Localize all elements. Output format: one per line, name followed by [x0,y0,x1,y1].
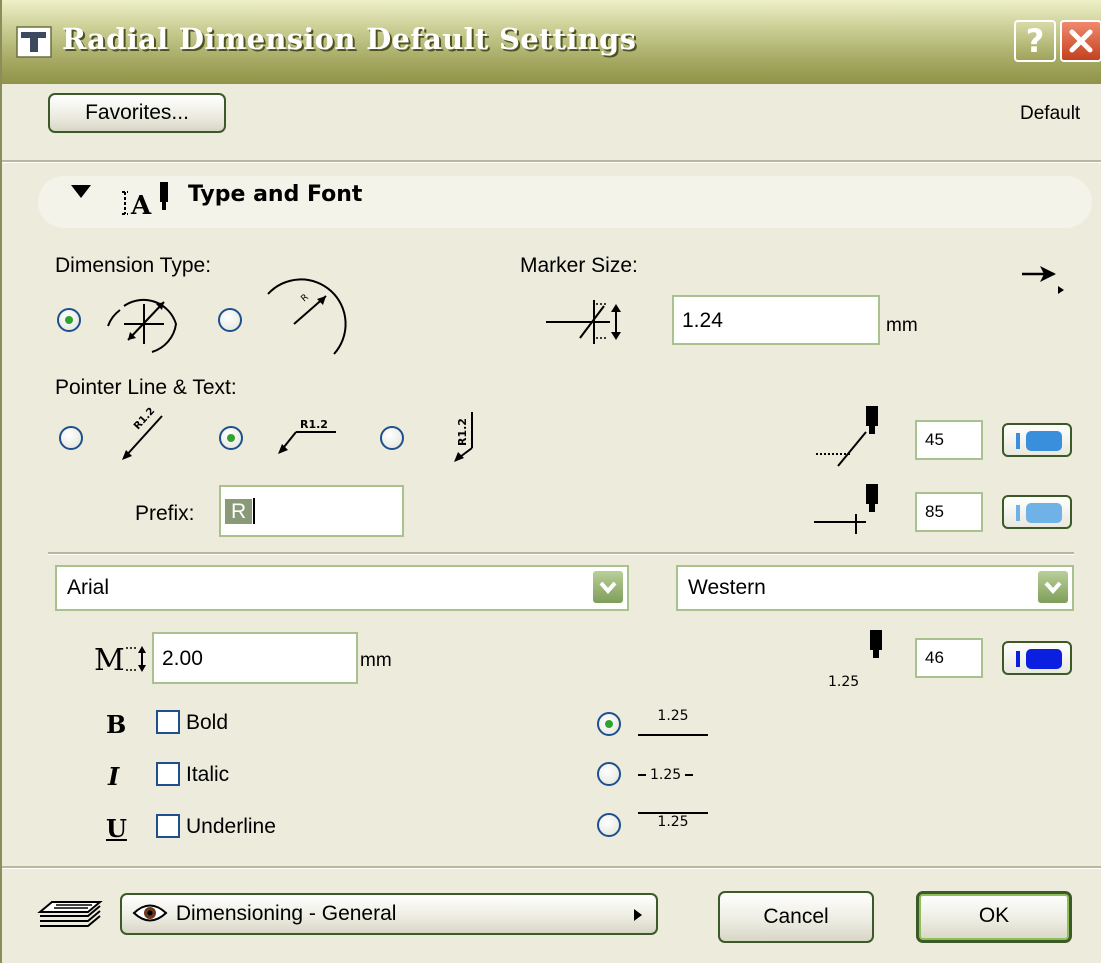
title-bar[interactable]: Radial Dimension Default Settings ? [2,0,1101,84]
dropdown-arrow[interactable] [1038,571,1068,603]
pointer-option-1-radio[interactable] [59,426,83,450]
text-pen-number[interactable]: 46 [915,638,983,678]
pen-color-chip [1026,431,1062,451]
bold-checkbox[interactable] [156,710,180,734]
pen-color-chip [1026,649,1062,669]
prefix-label: Prefix: [135,502,195,525]
font-family-select[interactable]: Arial [55,565,629,611]
marker-size-label: Marker Size: [520,254,638,277]
app-icon [16,26,52,58]
text-pen-sample: 1.25 [828,674,859,690]
chevron-down-icon [1044,581,1062,595]
cancel-button[interactable]: Cancel [718,891,874,943]
text-below-line-radio[interactable] [597,813,621,837]
pen-color-chip [1026,503,1062,523]
dimension-type-radius-radio[interactable] [218,308,242,332]
collapse-triangle-icon[interactable] [71,185,91,199]
font-size-unit: mm [360,650,392,671]
layer-popup-button[interactable]: Dimensioning - General [120,893,658,935]
italic-glyph: I [108,762,120,791]
pointer-3-text: R1.2 [456,418,469,446]
pointer-pen-icon [816,406,878,467]
pointer-option-2-radio[interactable] [219,426,243,450]
marker-type-popup-icon[interactable] [1022,260,1066,300]
diameter-dimension-icon [107,298,178,353]
line-dash-right [685,774,694,776]
svg-text:A: A [130,191,152,221]
text-pen-icon: 1.25 [828,630,882,690]
pointer-option-3-radio[interactable] [380,426,404,450]
pen-weight-bar [1016,433,1020,449]
prefix-input[interactable]: R [219,485,404,537]
help-button[interactable]: ? [1014,20,1056,62]
separator-bottom [2,866,1101,869]
window-title: Radial Dimension Default Settings [62,22,637,56]
separator-font [48,552,1074,555]
dropdown-arrow[interactable] [593,571,623,603]
eye-icon [132,904,168,922]
text-in-line-radio[interactable] [597,762,621,786]
pen-weight-bar [1016,651,1020,667]
panel-title: Type and Font [188,182,363,207]
pointer-pen-color-button[interactable] [1002,423,1072,457]
marker-pen-icon [814,484,878,534]
text-size-icon: M [94,643,146,678]
bold-glyph: B [106,710,127,739]
close-button[interactable] [1060,20,1101,62]
underline-glyph: U [106,814,127,843]
underline-label: Underline [186,815,276,838]
italic-label: Italic [186,763,230,786]
default-label: Default [1020,103,1081,124]
pen-weight-bar [1016,505,1020,521]
text-below-line-sample: 1.25 [638,812,708,838]
radius-dimension-icon: R [267,278,347,355]
svg-text:M: M [94,643,125,678]
prefix-selected-text: R [225,498,253,524]
marker-size-input[interactable]: 1.24 [672,295,880,345]
ok-button[interactable]: OK [916,891,1072,943]
pointer-line-label: Pointer Line & Text: [55,376,237,399]
marker-pen-color-button[interactable] [1002,495,1072,529]
line-dash-left [638,774,646,776]
bold-label: Bold [186,711,229,734]
marker-size-icon [546,300,621,344]
marker-pen-number[interactable]: 85 [915,492,983,532]
text-cursor [253,498,256,524]
pointer-horizontal-icon: R1.2 [278,418,336,454]
font-script-select[interactable]: Western [676,565,1074,611]
font-script-value: Western [688,576,766,599]
close-icon [1069,29,1093,53]
dimension-type-diameter-radio[interactable] [57,308,81,332]
svg-text:R: R [300,293,311,305]
text-above-line-sample: 1.25 [638,708,708,736]
layer-name: Dimensioning - General [175,902,397,925]
marker-size-unit: mm [886,315,918,336]
pointer-pen-number[interactable]: 45 [915,420,983,460]
dimension-type-label: Dimension Type: [55,254,212,277]
pointer-vertical-icon: R1.2 [454,412,473,462]
chevron-down-icon [599,581,617,595]
text-above-line-radio[interactable] [597,712,621,736]
separator-top [2,160,1101,163]
pointer-1-text: R1.2 [132,406,157,432]
chevron-right-icon [634,909,642,921]
pointer-angled-icon: R1.2 [122,406,163,460]
dialog-window: Radial Dimension Default Settings ? Favo… [0,0,1101,963]
font-size-input[interactable]: 2.00 [152,632,358,684]
pointer-2-text: R1.2 [300,418,328,431]
font-family-value: Arial [67,576,110,599]
text-pen-color-button[interactable] [1002,641,1072,675]
help-icon: ? [1025,22,1045,60]
text-in-line-sample: 1.25 [638,764,708,786]
layers-icon [37,901,103,927]
favorites-button[interactable]: Favorites... [48,93,226,133]
type-font-icon: A [122,182,168,221]
italic-checkbox[interactable] [156,762,180,786]
underline-checkbox[interactable] [156,814,180,838]
